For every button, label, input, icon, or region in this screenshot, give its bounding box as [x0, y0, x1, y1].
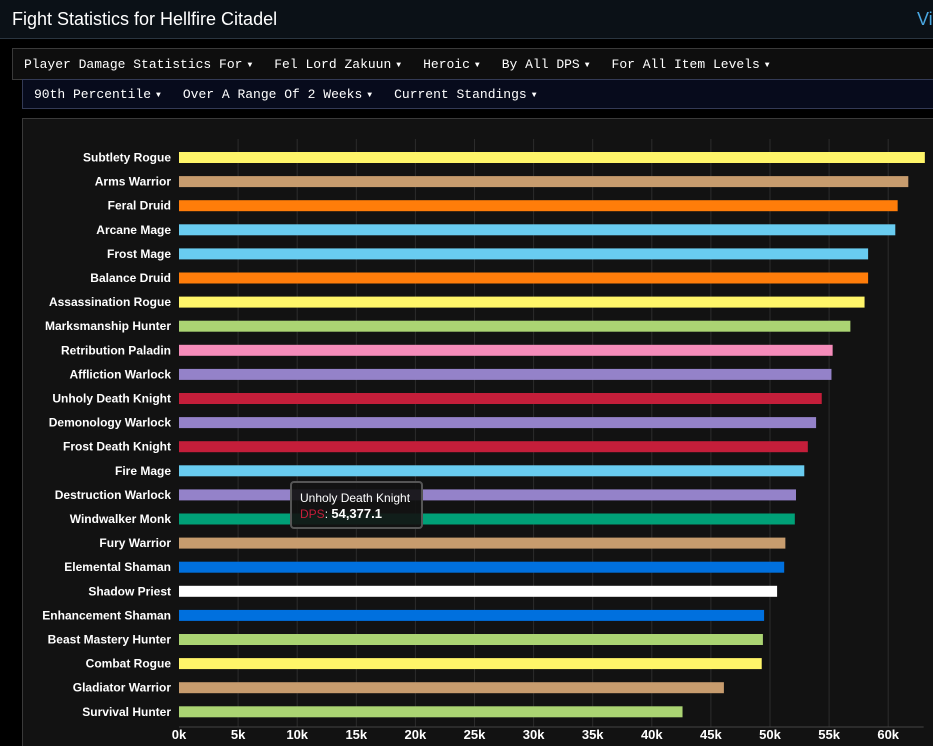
page-title: Fight Statistics for Hellfire Citadel [12, 9, 278, 29]
y-category-label: Demonology Warlock [49, 416, 172, 430]
x-tick-label: 5k [231, 727, 246, 742]
bar-frost-death-knight[interactable] [179, 441, 808, 453]
y-category-label: Marksmanship Hunter [45, 319, 171, 333]
filter-standings[interactable]: Current Standings ▼ [383, 87, 547, 102]
bar-gladiator-warrior[interactable] [179, 682, 724, 694]
bar-demonology-warlock[interactable] [179, 417, 817, 429]
bar-combat-rogue[interactable] [179, 658, 762, 670]
caret-down-icon: ▼ [247, 60, 253, 70]
filter-row-primary: Player Damage Statistics For ▼ Fel Lord Z… [12, 48, 933, 80]
y-category-label: Elemental Shaman [64, 560, 171, 574]
filter-role[interactable]: By All DPS ▼ [491, 57, 601, 72]
y-category-label: Fury Warrior [99, 536, 171, 550]
bar-retribution-paladin[interactable] [179, 344, 833, 356]
bar-feral-druid[interactable] [179, 200, 898, 212]
bar-shadow-priest[interactable] [179, 585, 778, 597]
y-category-label: Destruction Warlock [55, 488, 172, 502]
caret-down-icon: ▼ [396, 60, 402, 70]
y-category-label: Unholy Death Knight [52, 392, 171, 406]
y-category-label: Frost Death Knight [63, 440, 171, 454]
bar-unholy-death-knight[interactable] [179, 393, 822, 404]
y-category-label: Subtlety Rogue [83, 151, 171, 165]
title-bar: Fight Statistics for Hellfire Citadel Vi [0, 0, 933, 39]
caret-down-icon: ▼ [367, 90, 373, 100]
dps-bar-chart: Subtlety Rogue Arms Warrior Feral Druid Arc… [42, 139, 925, 742]
filter-boss[interactable]: Fel Lord Zakuun ▼ [263, 57, 412, 72]
x-tick-label: 30k [523, 727, 545, 742]
bar-beast-mastery-hunter[interactable] [179, 634, 763, 645]
bar-fury-warrior[interactable] [179, 537, 786, 549]
x-tick-label: 20k [405, 727, 427, 742]
filter-label: Over A Range Of 2 Weeks [182, 86, 363, 102]
filter-row-secondary: 90th Percentile ▼ Over A Range Of 2 Weeks… [22, 79, 933, 109]
filter-item-level[interactable]: For All Item Levels ▼ [601, 57, 781, 72]
y-category-label: Fire Mage [115, 464, 171, 478]
bar-arcane-mage[interactable] [179, 224, 896, 236]
x-tick-label: 15k [345, 727, 367, 742]
bar-destruction-warlock[interactable] [179, 489, 797, 501]
y-category-label: Beast Mastery Hunter [48, 633, 172, 647]
bar-elemental-shaman[interactable] [179, 561, 785, 573]
bar-arms-warrior[interactable] [179, 176, 909, 188]
bar-affliction-warlock[interactable] [179, 368, 832, 380]
tooltip-body: DPS: 54,377.1 [300, 506, 382, 521]
x-tick-label: 0k [172, 727, 187, 742]
y-category-label: Enhancement Shaman [42, 608, 171, 622]
caret-down-icon: ▼ [584, 60, 590, 70]
chart-panel: Subtlety Rogue Arms Warrior Feral Druid Arc… [22, 118, 933, 746]
bar-survival-hunter[interactable] [179, 706, 683, 718]
x-tick-label: 25k [464, 727, 486, 742]
filter-difficulty[interactable]: Heroic ▼ [412, 57, 491, 72]
bar-frost-mage[interactable] [179, 248, 869, 260]
y-category-label: Windwalker Monk [70, 512, 172, 526]
y-category-label: Affliction Warlock [69, 367, 171, 381]
filter-label: By All DPS [501, 56, 580, 72]
x-tick-label: 45k [700, 727, 722, 742]
bar-assassination-rogue[interactable] [179, 296, 865, 308]
filter-statistic-type[interactable]: Player Damage Statistics For ▼ [13, 57, 263, 72]
filter-label: Heroic [423, 56, 470, 72]
bar-tooltip: Unholy Death Knight DPS: 54,377.1 [290, 481, 423, 529]
y-category-label: Assassination Rogue [49, 295, 171, 309]
bar-fire-mage[interactable] [179, 465, 805, 477]
y-category-label: Arcane Mage [96, 223, 171, 237]
x-tick-label: 50k [759, 727, 781, 742]
filter-label: 90th Percentile [34, 86, 152, 102]
tooltip-title: Unholy Death Knight [300, 491, 411, 505]
tooltip-metric: DPS [300, 507, 325, 521]
y-category-label: Shadow Priest [88, 584, 171, 598]
filter-percentile[interactable]: 90th Percentile ▼ [23, 87, 172, 102]
x-tick-label: 10k [286, 727, 308, 742]
filter-label: For All Item Levels [611, 56, 760, 72]
bar-balance-druid[interactable] [179, 272, 869, 284]
x-tick-label: 40k [641, 727, 663, 742]
bar-subtlety-rogue[interactable] [179, 152, 925, 163]
y-category-label: Feral Druid [108, 199, 171, 213]
caret-down-icon: ▼ [531, 90, 537, 100]
x-tick-label: 35k [582, 727, 604, 742]
filter-label: Current Standings [394, 86, 527, 102]
y-category-label: Frost Mage [107, 247, 171, 261]
y-category-label: Survival Hunter [82, 705, 171, 719]
bar-marksmanship-hunter[interactable] [179, 320, 851, 332]
caret-down-icon: ▼ [764, 60, 770, 70]
caret-down-icon: ▼ [474, 60, 480, 70]
x-tick-label: 60k [877, 727, 899, 742]
bar-windwalker-monk[interactable] [179, 513, 795, 525]
caret-down-icon: ▼ [156, 90, 161, 100]
filter-label: Player Damage Statistics For [24, 56, 243, 72]
y-category-label: Combat Rogue [86, 657, 172, 671]
y-category-label: Arms Warrior [95, 175, 172, 189]
filter-label: Fel Lord Zakuun [274, 56, 392, 72]
bar-enhancement-shaman[interactable] [179, 609, 765, 621]
x-tick-label: 55k [818, 727, 840, 742]
filter-time-range[interactable]: Over A Range Of 2 Weeks ▼ [172, 87, 383, 102]
y-category-label: Retribution Paladin [61, 343, 171, 357]
y-category-label: Gladiator Warrior [73, 681, 172, 695]
y-category-label: Balance Druid [90, 271, 171, 285]
tooltip-value: 54,377.1 [331, 506, 382, 521]
view-link[interactable]: Vi [917, 9, 933, 30]
